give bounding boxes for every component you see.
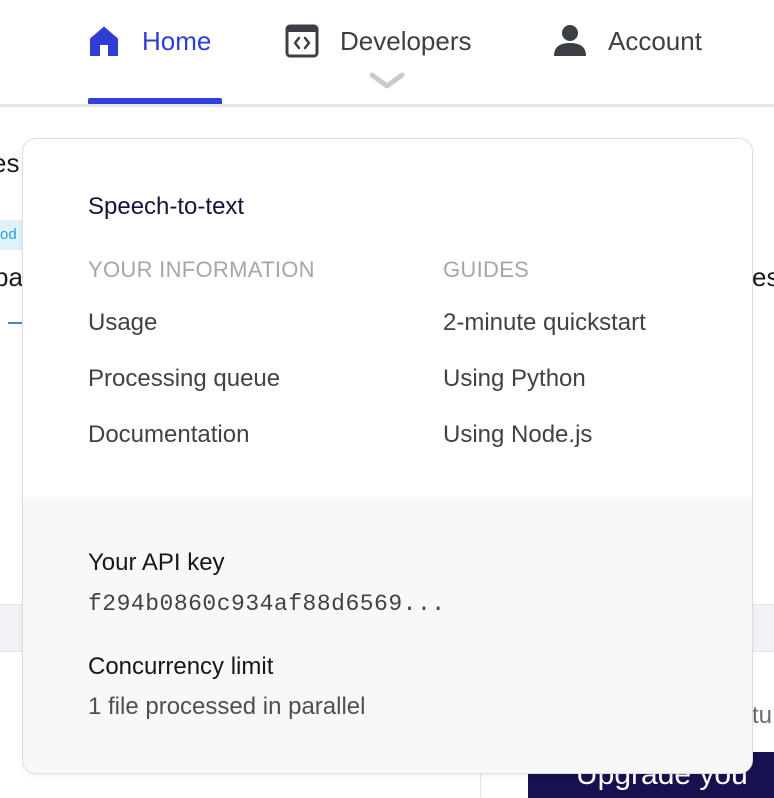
guides-heading: GUIDES	[443, 257, 530, 282]
nav-item-home[interactable]: Home	[86, 18, 211, 64]
concurrency-limit-label: Concurrency limit	[88, 653, 274, 680]
your-information-heading: YOUR INFORMATION	[88, 257, 315, 282]
concurrency-limit-value: 1 file processed in parallel	[88, 693, 366, 720]
api-key-value[interactable]: f294b0860c934af88d6569...	[88, 591, 446, 617]
nav-item-label: Developers	[340, 25, 472, 56]
using-nodejs-link[interactable]: Using Node.js	[443, 421, 592, 449]
nav-item-account[interactable]: Account	[552, 18, 702, 64]
quickstart-link[interactable]: 2-minute quickstart	[443, 309, 646, 337]
top-nav: Home Developers Account	[0, 0, 774, 106]
nav-item-label: Home	[142, 25, 212, 56]
chevron-down-icon	[369, 72, 405, 89]
background-text-fragment: pa	[0, 262, 23, 292]
nav-divider	[0, 104, 774, 107]
developers-dropdown: Speech-to-text YOUR INFORMATION Usage Pr…	[22, 138, 753, 774]
background-text-fragment-lower: tu	[752, 702, 773, 729]
background-tag: od	[0, 220, 24, 250]
api-key-label: Your API key	[88, 549, 225, 576]
home-icon	[90, 26, 118, 56]
user-icon	[554, 25, 586, 56]
nav-item-label: Account	[608, 25, 702, 56]
background-heading-fragment: es	[0, 148, 20, 178]
usage-link[interactable]: Usage	[88, 309, 157, 337]
using-python-link[interactable]: Using Python	[443, 365, 586, 393]
nav-item-developers[interactable]: Developers	[284, 18, 472, 64]
code-window-icon	[285, 24, 319, 58]
background-text-fragment-right: es	[752, 262, 774, 292]
documentation-link[interactable]: Documentation	[88, 421, 249, 449]
dropdown-footer: Your API key f294b0860c934af88d6569... C…	[23, 497, 752, 773]
dropdown-title: Speech-to-text	[88, 193, 245, 220]
app-page: es od pa es tu Upgrade you Home Develope…	[0, 0, 774, 798]
processing-queue-link[interactable]: Processing queue	[88, 365, 280, 393]
background-dash	[8, 322, 22, 324]
